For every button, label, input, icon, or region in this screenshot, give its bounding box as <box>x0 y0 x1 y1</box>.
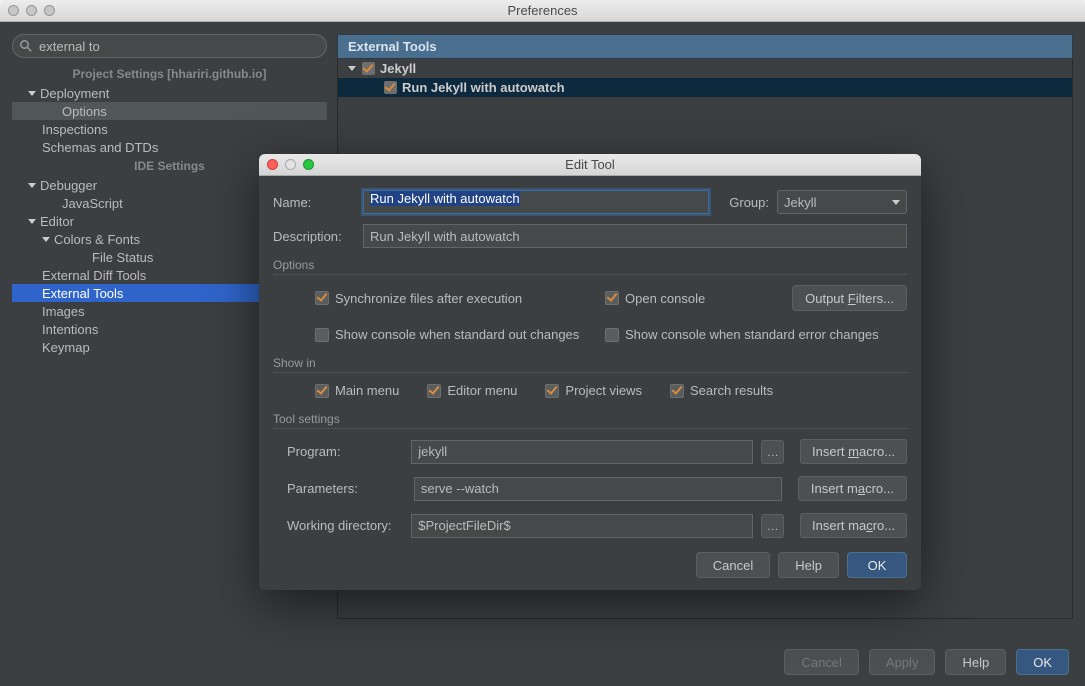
show-in-section: Show in <box>273 356 907 373</box>
tool-settings-section: Tool settings <box>273 412 907 429</box>
program-input[interactable] <box>411 440 753 464</box>
tree-item-options[interactable]: Options <box>12 102 327 120</box>
dialog-help-button[interactable]: Help <box>778 552 839 578</box>
project-settings-header: Project Settings [hhariri.github.io] <box>12 64 327 84</box>
group-label: Group: <box>729 195 769 210</box>
chevron-down-icon <box>348 66 356 71</box>
show-stderr-checkbox[interactable] <box>605 328 619 342</box>
search-results-checkbox[interactable] <box>670 384 684 398</box>
parameters-input[interactable] <box>414 477 782 501</box>
output-filters-button[interactable]: Output Filters... <box>792 285 907 311</box>
description-label: Description: <box>273 229 355 244</box>
tree-item-deployment[interactable]: Deployment <box>12 84 327 102</box>
main-menu-checkbox[interactable] <box>315 384 329 398</box>
dialog-title: Edit Tool <box>259 157 921 172</box>
tool-item-run-jekyll[interactable]: Run Jekyll with autowatch <box>338 78 1072 97</box>
group-select[interactable]: Jekyll <box>777 190 907 214</box>
tree-item-inspections[interactable]: Inspections <box>12 120 327 138</box>
dialog-ok-button[interactable]: OK <box>847 552 907 578</box>
options-section: Options <box>273 258 907 275</box>
search-icon <box>20 39 32 51</box>
preferences-title: Preferences <box>0 3 1085 18</box>
wd-insert-macro-button[interactable]: Insert macro... <box>800 513 907 538</box>
description-input[interactable] <box>363 224 907 248</box>
working-directory-label: Working directory: <box>287 518 403 533</box>
edit-tool-dialog: Edit Tool Name: Run Jekyll with autowatc… <box>259 154 921 590</box>
name-input[interactable]: Run Jekyll with autowatch <box>363 190 709 214</box>
working-directory-browse-button[interactable]: … <box>761 514 784 538</box>
checkbox-icon[interactable] <box>362 62 375 75</box>
preferences-footer: Cancel Apply Help OK <box>0 638 1085 686</box>
sync-files-checkbox[interactable] <box>315 291 329 305</box>
show-stdout-checkbox[interactable] <box>315 328 329 342</box>
help-button[interactable]: Help <box>945 649 1006 675</box>
checkbox-icon[interactable] <box>384 81 397 94</box>
chevron-down-icon <box>892 200 900 205</box>
parameters-label: Parameters: <box>287 481 406 496</box>
search-input[interactable] <box>12 34 327 58</box>
name-label: Name: <box>273 195 355 210</box>
open-console-checkbox[interactable] <box>605 291 619 305</box>
ok-button[interactable]: OK <box>1016 649 1069 675</box>
dialog-cancel-button[interactable]: Cancel <box>696 552 770 578</box>
working-directory-input[interactable] <box>411 514 753 538</box>
preferences-window: Preferences Project Settings [hhariri.gi… <box>0 0 1085 686</box>
preferences-titlebar: Preferences <box>0 0 1085 22</box>
program-browse-button[interactable]: … <box>761 440 784 464</box>
apply-button[interactable]: Apply <box>869 649 936 675</box>
editor-menu-checkbox[interactable] <box>427 384 441 398</box>
parameters-insert-macro-button[interactable]: Insert macro... <box>798 476 907 501</box>
program-label: Program: <box>287 444 403 459</box>
main-header: External Tools <box>337 34 1073 59</box>
tool-group-jekyll[interactable]: Jekyll <box>338 59 1072 78</box>
program-insert-macro-button[interactable]: Insert macro... <box>800 439 907 464</box>
dialog-titlebar: Edit Tool <box>259 154 921 176</box>
project-views-checkbox[interactable] <box>545 384 559 398</box>
cancel-button[interactable]: Cancel <box>784 649 858 675</box>
